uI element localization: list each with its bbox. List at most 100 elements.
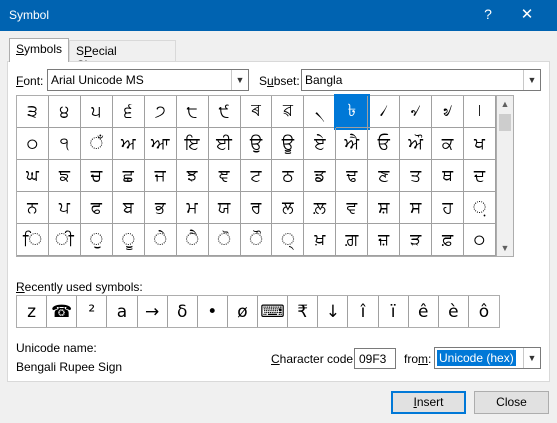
symbol-cell[interactable]: ਨ	[17, 192, 49, 224]
symbol-cell[interactable]: ਆ	[144, 128, 177, 160]
symbol-cell[interactable]: ੧	[48, 128, 81, 160]
symbol-cell[interactable]: ਤ	[400, 160, 433, 192]
insert-button[interactable]: Insert	[391, 391, 466, 414]
symbol-cell[interactable]: ੀ	[48, 224, 81, 256]
symbol-cell[interactable]: ੪	[48, 96, 81, 128]
close-button[interactable]: Close	[474, 391, 549, 414]
symbol-cell[interactable]: ਡ	[304, 160, 337, 192]
symbol-cell[interactable]: ਠ	[272, 160, 305, 192]
symbol-cell[interactable]: ਕ	[432, 128, 465, 160]
symbol-cell[interactable]: ਸ਼	[368, 192, 401, 224]
symbol-cell[interactable]: ਼	[464, 192, 496, 224]
recent-symbol-cell[interactable]: •	[198, 296, 228, 327]
symbol-cell[interactable]: ਙ	[48, 160, 81, 192]
symbol-cell[interactable]: ੈ	[176, 224, 209, 256]
symbol-cell[interactable]: ਭ	[144, 192, 177, 224]
symbol-cell[interactable]: ੌ	[240, 224, 273, 256]
symbol-cell[interactable]: ਜ਼	[368, 224, 401, 256]
symbol-cell[interactable]: ਝ	[176, 160, 209, 192]
symbol-cell[interactable]: ਬ	[112, 192, 145, 224]
symbol-cell[interactable]: ਞ	[208, 160, 241, 192]
recent-symbol-cell[interactable]: ô	[469, 296, 499, 327]
symbol-cell[interactable]: ৴	[368, 96, 401, 128]
symbol-cell[interactable]: ਛ	[112, 160, 145, 192]
recent-symbol-cell[interactable]: ⌨	[258, 296, 289, 327]
tab-special-characters[interactable]: SPecial Characters	[69, 40, 176, 72]
symbol-cell[interactable]: ਖ	[464, 128, 496, 160]
symbol-cell[interactable]: ৶	[432, 96, 465, 128]
symbol-cell[interactable]: ਏ	[304, 128, 337, 160]
symbol-cell[interactable]: ৵	[400, 96, 433, 128]
from-dropdown[interactable]: Unicode (hex) ▼	[434, 347, 541, 369]
symbol-cell[interactable]: ਘ	[17, 160, 49, 192]
recent-symbol-cell[interactable]: ê	[409, 296, 439, 327]
recent-symbol-cell[interactable]: z	[17, 296, 48, 327]
recently-used-symbols[interactable]: z ☎ ² a → δ • ø ⌨ ₹ ↓ î ï ê è ô	[16, 295, 500, 328]
symbol-cell[interactable]: ਣ	[368, 160, 401, 192]
recent-symbol-cell[interactable]: ↓	[318, 296, 349, 327]
symbol-cell[interactable]: ਗ਼	[336, 224, 369, 256]
font-dropdown[interactable]: Arial Unicode MS ▼	[47, 69, 249, 91]
recent-symbol-cell[interactable]: ☎	[47, 296, 78, 327]
symbol-cell[interactable]: ੯	[208, 96, 241, 128]
scrollbar-thumb[interactable]	[499, 114, 511, 131]
symbol-cell[interactable]: ੦	[464, 224, 496, 256]
symbol-cell[interactable]: ਈ	[208, 128, 241, 160]
symbol-cell[interactable]: ੬	[112, 96, 145, 128]
symbol-cell[interactable]: ਥ	[432, 160, 465, 192]
symbol-cell[interactable]: ੍	[272, 224, 305, 256]
symbol-cell[interactable]: ੜ	[400, 224, 433, 256]
symbol-cell[interactable]: ਓ	[368, 128, 401, 160]
symbol-cell[interactable]: ਚ	[80, 160, 113, 192]
recent-symbol-cell[interactable]: î	[348, 296, 379, 327]
recent-symbol-cell[interactable]: →	[138, 296, 168, 327]
symbol-cell[interactable]: ਢ	[336, 160, 369, 192]
symbol-cell[interactable]: ੫	[80, 96, 113, 128]
symbol-cell[interactable]: ਫ	[80, 192, 113, 224]
symbol-cell[interactable]: ਖ਼	[304, 224, 337, 256]
symbol-cell[interactable]: ਲ	[272, 192, 305, 224]
recent-symbol-cell[interactable]: ï	[379, 296, 409, 327]
symbol-cell[interactable]: ਇ	[176, 128, 209, 160]
recent-symbol-cell[interactable]: ø	[228, 296, 258, 327]
tab-symbols[interactable]: Symbols	[9, 38, 69, 62]
symbol-cell[interactable]: ਲ਼	[304, 192, 337, 224]
recent-symbol-cell[interactable]: δ	[168, 296, 198, 327]
symbol-cell[interactable]: ੋ	[208, 224, 241, 256]
symbol-cell[interactable]: ਮ	[176, 192, 209, 224]
symbol-cell[interactable]: ਵ	[336, 192, 369, 224]
symbol-cell[interactable]: ৱ	[272, 96, 305, 128]
symbol-cell[interactable]: ৳	[334, 94, 371, 130]
symbol-cell[interactable]: ৷	[464, 96, 496, 128]
help-icon[interactable]: ?	[482, 6, 494, 22]
symbol-cell[interactable]: ੮	[176, 96, 209, 128]
symbol-cell[interactable]: ਜ	[144, 160, 177, 192]
symbol-grid-scrollbar[interactable]: ▲ ▼	[497, 95, 514, 257]
symbol-cell[interactable]: ৲	[304, 96, 337, 128]
symbol-cell[interactable]: ੁ	[80, 224, 113, 256]
symbol-cell[interactable]: ਰ	[240, 192, 273, 224]
character-code-input[interactable]: 09F3	[354, 348, 396, 369]
symbol-cell[interactable]: ਹ	[432, 192, 465, 224]
symbol-cell[interactable]: ਪ	[48, 192, 81, 224]
symbol-cell[interactable]: ਁ	[80, 128, 113, 160]
symbol-cell[interactable]: ਦ	[464, 160, 496, 192]
symbol-cell[interactable]: ਫ਼	[432, 224, 465, 256]
symbol-cell[interactable]: ਿ	[17, 224, 49, 256]
symbol-cell[interactable]: ਯ	[208, 192, 241, 224]
symbol-grid[interactable]: ੩ ੪ ੫ ੬ ੭ ੮ ੯ ৰ ৱ ৲ ৳ ৴ ৵ ৶ ৷ ੦ ੧ਁ ਅ ਆ ਇ ਈ ਉ ਊ ਏ ਐ ਓ ਔ ਕ ਖ ਘ ਙ ਚ ਛ ਜ ਝ ਞ ਟ ਠ ਡ…	[16, 94, 497, 257]
symbol-cell[interactable]: ੩	[17, 96, 49, 128]
symbol-cell[interactable]: ੇ	[144, 224, 177, 256]
subset-dropdown[interactable]: Bangla ▼	[301, 69, 541, 91]
symbol-cell[interactable]: ਔ	[400, 128, 433, 160]
symbol-cell[interactable]: ৰ	[240, 96, 273, 128]
symbol-cell[interactable]: ਊ	[272, 128, 305, 160]
symbol-cell[interactable]: ੦	[17, 128, 49, 160]
symbol-cell[interactable]: ਐ	[336, 128, 369, 160]
symbol-cell[interactable]: ਸ	[400, 192, 433, 224]
scroll-up-icon[interactable]: ▲	[497, 96, 513, 112]
symbol-cell[interactable]: ਟ	[240, 160, 273, 192]
recent-symbol-cell[interactable]: ₹	[288, 296, 319, 327]
symbol-cell[interactable]: ਅ	[112, 128, 145, 160]
symbol-cell[interactable]: ੭	[144, 96, 177, 128]
